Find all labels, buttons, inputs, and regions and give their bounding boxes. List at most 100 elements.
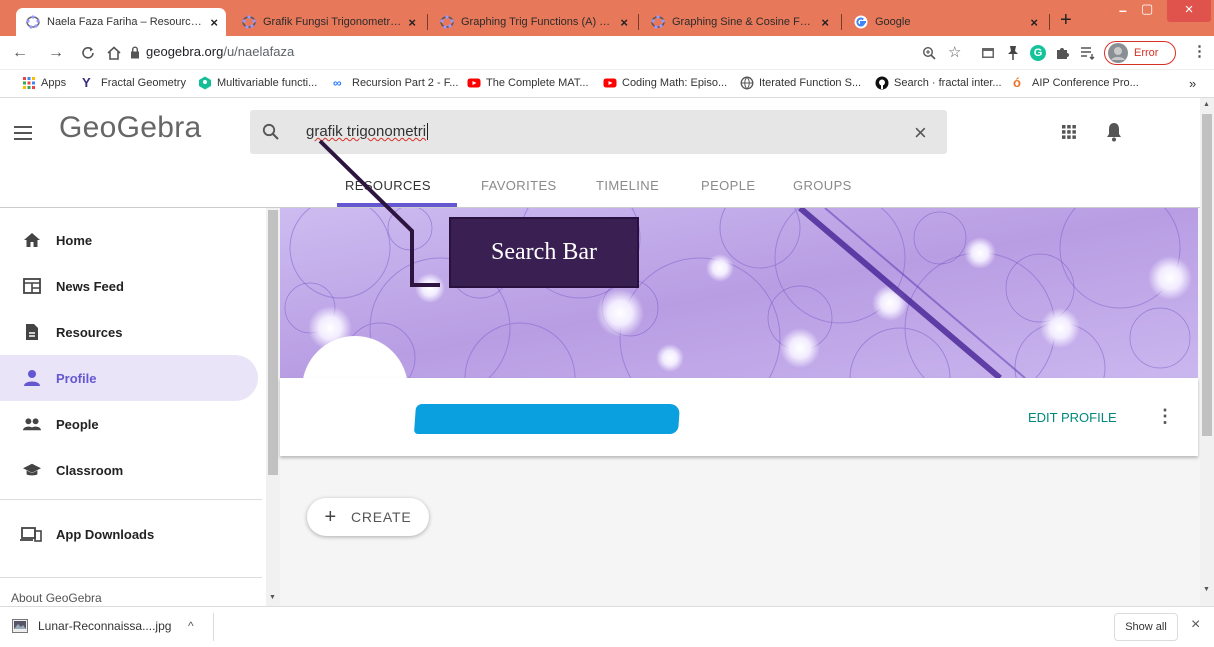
khan-academy-icon [199,76,211,90]
edit-profile-button[interactable]: EDIT PROFILE [1028,410,1117,425]
avatar [1108,43,1128,63]
browser-menu-icon[interactable]: ⋮ [1192,42,1207,60]
tab-close-icon[interactable]: × [210,15,218,30]
create-button[interactable]: + CREATE [307,498,429,536]
tab-separator [427,14,428,30]
bookmark-item[interactable]: The Complete MAT... [467,76,589,90]
tab-people[interactable]: PEOPLE [701,178,755,193]
download-bar-close-icon[interactable]: × [1191,616,1200,634]
star-bookmark-icon[interactable]: ☆ [948,43,961,61]
geogebra-favicon-icon [242,15,256,29]
back-arrow-icon[interactable]: ← [12,43,28,63]
window-close-button[interactable]: × [1167,0,1211,22]
zoom-icon[interactable] [922,46,936,60]
profile-error-chip[interactable]: Error [1104,41,1176,65]
browser-tab[interactable]: Grafik Fungsi Trigonometri – Ge × [232,8,424,36]
sidebar-item-resources[interactable]: Resources [0,309,258,355]
profile-card: EDIT PROFILE ⋮ [280,378,1198,456]
reload-icon[interactable] [80,45,96,61]
sidebar-item-people[interactable]: People [0,401,258,447]
bookmark-item[interactable]: Iterated Function S... [740,76,861,90]
bookmarks-bar: Apps Y Fractal Geometry Multivariable fu… [0,70,1214,98]
notification-bell-icon[interactable] [1106,122,1122,142]
browser-toolbar: ← → geogebra.org/u/naelafaza ☆ G Error ⋮ [0,36,1214,70]
bookmark-item[interactable]: Coding Math: Episo... [603,76,727,90]
apps-grid-icon[interactable] [1062,125,1076,139]
tab-title: Naela Faza Fariha – Resources – [47,16,205,28]
scroll-down-arrow-icon[interactable]: ▼ [269,594,276,601]
tab-close-icon[interactable]: × [821,15,829,30]
bookmark-item[interactable]: ∞ Recursion Part 2 - F... [333,76,458,90]
browser-tab[interactable]: Graphing Sine & Cosine Functio × [641,8,837,36]
sidebar-item-profile[interactable]: Profile [0,355,258,401]
tab-title: Graphing Sine & Cosine Functio [672,16,816,28]
page-scrollbar-thumb[interactable] [1202,114,1212,436]
browser-tab[interactable]: Graphing Trig Functions (A) – G × [430,8,636,36]
address-bar[interactable]: geogebra.org/u/naelafaza [146,44,294,59]
page-scrollbar[interactable]: ▲ ▼ [1200,98,1214,606]
tab-title: Google [875,16,911,28]
tab-separator [1049,14,1050,30]
home-button-icon[interactable] [106,45,122,61]
google-favicon-icon [854,15,868,29]
bookmark-label: The Complete MAT... [486,77,589,89]
scroll-up-arrow-icon[interactable]: ▲ [1203,101,1210,108]
bookmark-label: Apps [41,77,67,89]
bookmark-item[interactable]: Y Fractal Geometry [82,76,186,90]
globe-icon [740,76,754,90]
tab-title: Graphing Trig Functions (A) – G [461,16,615,28]
tab-close-icon[interactable]: × [1030,15,1038,30]
browser-tab-active[interactable]: Naela Faza Fariha – Resources – × [16,8,226,36]
bookmark-item[interactable]: Multivariable functi... [198,76,317,90]
bookmarks-overflow-icon[interactable]: » [1189,76,1196,91]
bookmark-label: Multivariable functi... [217,77,318,89]
sidebar-item-label: Classroom [56,462,124,478]
pin-extension-icon[interactable] [1007,45,1019,61]
extension-window-icon[interactable] [981,46,995,60]
bookmark-apps[interactable]: Apps [22,76,66,90]
maximize-button[interactable]: ▢ [1141,1,1153,17]
bookmark-label: Coding Math: Episo... [622,77,728,89]
extensions-puzzle-icon[interactable] [1054,45,1070,61]
sidebar-item-label: People [56,416,99,432]
geogebra-favicon-icon [651,15,665,29]
infinity-icon: ∞ [333,76,342,90]
search-clear-icon[interactable]: × [914,120,927,146]
more-options-icon[interactable]: ⋮ [1156,406,1174,427]
github-icon [875,76,889,90]
bookmark-item[interactable]: Search · fractal inter... [875,76,1002,90]
tab-close-icon[interactable]: × [408,15,416,30]
browser-tab-strip: Naela Faza Fariha – Resources – × Grafik… [0,0,1214,36]
new-tab-button[interactable]: + [1060,9,1072,31]
tab-close-icon[interactable]: × [620,15,628,30]
reading-list-icon[interactable] [1080,46,1096,60]
bookmark-item[interactable]: ó AIP Conference Pro... [1013,76,1139,90]
download-chevron-icon[interactable]: ^ [188,619,194,633]
minimize-button[interactable]: – [1119,2,1127,18]
geogebra-favicon-icon [440,15,454,29]
browser-tab[interactable]: Google × [844,8,1046,36]
scroll-down-arrow-icon[interactable]: ▼ [1203,586,1210,593]
about-geogebra-link[interactable]: About GeoGebra [11,591,102,605]
bookmark-label: AIP Conference Pro... [1032,77,1139,89]
bookmark-label: Recursion Part 2 - F... [352,77,459,89]
bookmark-label: Iterated Function S... [759,77,862,89]
classroom-icon [23,463,41,476]
download-item[interactable]: Lunar-Reconnaissa....jpg ^ [0,607,213,647]
sidebar-item-app-downloads[interactable]: App Downloads [0,511,258,557]
tab-groups[interactable]: GROUPS [793,178,852,193]
grammarly-icon[interactable]: G [1030,45,1046,61]
show-all-button[interactable]: Show all [1114,613,1178,641]
apps-grid-icon [23,77,35,89]
download-bar: Lunar-Reconnaissa....jpg ^ Show all × [0,606,1214,646]
download-divider [213,613,214,641]
sidebar-item-classroom[interactable]: Classroom [0,447,258,493]
sidebar-divider [0,577,262,578]
bookmark-label: Fractal Geometry [101,77,186,89]
tab-separator [841,14,842,30]
forward-arrow-icon[interactable]: → [48,43,64,63]
sidebar-item-label: App Downloads [56,526,155,542]
sidebar-divider [0,499,262,500]
youtube-icon [603,78,617,88]
aip-icon: ó [1013,75,1021,90]
